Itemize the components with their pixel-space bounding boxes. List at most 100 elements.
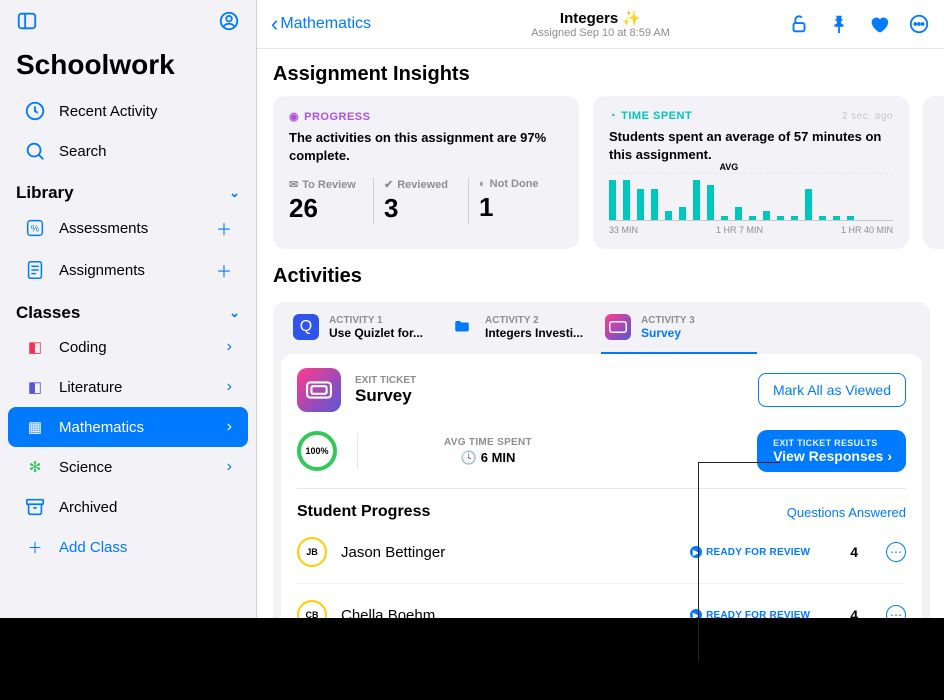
class-icon: ◧ [24,336,46,358]
svg-text:%: % [31,224,39,234]
chevron-right-icon: › [227,378,232,396]
activity-tab-1[interactable]: Q ACTIVITY 1Use Quizlet for... [289,302,445,354]
student-progress-heading: Student Progress [297,503,430,521]
clock-icon: 🕓 [461,450,477,466]
view-responses-button[interactable]: EXIT TICKET RESULTS View Responses› [757,430,906,472]
account-icon[interactable] [218,10,240,37]
clock-icon: ◔ [609,110,616,122]
clock-icon [24,100,46,122]
sidebar-item-label: Recent Activity [59,103,157,120]
app-title: Schoolwork [0,43,256,91]
toolbar: ‹ Mathematics Integers ✨ Assigned Sep 10… [257,0,944,49]
activities-panel: Q ACTIVITY 1Use Quizlet for... ACTIVITY … [273,302,930,618]
sidebar-class-mathematics[interactable]: ▦ Mathematics › [8,407,248,447]
archive-icon [24,496,46,518]
chevron-right-icon: › [227,338,232,356]
class-icon: ▦ [24,416,46,438]
chevron-left-icon: ‹ [271,11,278,37]
chart-bar [749,216,756,220]
chart-bar [651,189,658,220]
time-spent-card[interactable]: ◔TIME SPENT2 sec. ago Students spent an … [593,96,909,249]
sidebar-class-literature[interactable]: ◧ Literature › [8,367,248,407]
completion-ring: 100% [297,431,337,471]
progress-icon: ◉ [289,110,299,123]
next-card-peek[interactable] [923,96,944,249]
search-icon [24,140,46,162]
activities-heading: Activities [273,265,944,288]
quizlet-icon: Q [293,314,319,340]
pin-icon[interactable] [828,13,850,35]
library-section-header[interactable]: Library ⌄ [0,171,256,207]
answered-count: 4 [850,607,858,618]
lock-open-icon[interactable] [788,13,810,35]
sidebar-item-label: Assessments [59,220,148,237]
chart-bar [819,216,826,220]
student-name: Chella Boehm [341,607,435,618]
sidebar-item-label: Archived [59,499,117,516]
questions-answered-link[interactable]: Questions Answered [787,505,906,520]
avatar: CB [297,600,327,618]
chart-bar [721,216,728,220]
sidebar-search[interactable]: Search [8,131,248,171]
exit-ticket-icon [297,368,341,412]
chart-bar [623,180,630,220]
chart-bar [777,216,784,220]
chart-bar [847,216,854,220]
chevron-right-icon: › [887,448,892,464]
chart-bar [763,211,770,220]
activity-name: Survey [355,386,416,406]
activity-tab-2[interactable]: ACTIVITY 2Integers Investi... [445,302,601,354]
student-row[interactable]: CB Chella Boehm ▶READY FOR REVIEW 4 ⋯ [297,584,906,618]
folder-icon [449,314,475,340]
add-class-button[interactable]: ＋ Add Class [8,527,248,567]
percent-icon: % [24,217,46,239]
chart-bar [833,216,840,220]
mark-all-viewed-button[interactable]: Mark All as Viewed [758,373,906,407]
sidebar-item-label: Add Class [59,539,127,556]
sidebar-class-science[interactable]: ✻ Science › [8,447,248,487]
student-row[interactable]: JBJason Bettinger▶READY FOR REVIEW4⋯ [297,521,906,584]
chart-bar [609,180,616,220]
chevron-right-icon: › [227,458,232,476]
sidebar-recent-activity[interactable]: Recent Activity [8,91,248,131]
more-icon[interactable] [908,13,930,35]
halfcircle-icon: ◐ [479,178,486,190]
plus-icon[interactable]: ＋ [216,258,232,282]
chart-bar [665,211,672,220]
chevron-right-icon: › [227,418,232,436]
sidebar-item-label: Science [59,459,112,476]
main-content: ‹ Mathematics Integers ✨ Assigned Sep 10… [257,0,944,618]
sidebar-assignments[interactable]: Assignments ＋ [8,249,248,291]
chart-bar [707,185,714,221]
sidebar-item-label: Search [59,143,107,160]
sidebar-archived[interactable]: Archived [8,487,248,527]
header-title-block: Integers ✨ Assigned Sep 10 at 8:59 AM [531,9,670,39]
inbox-icon: ✉ [289,178,298,191]
chart-bar [735,207,742,220]
avatar: JB [297,537,327,567]
sidebar-assessments[interactable]: % Assessments ＋ [8,207,248,249]
insights-heading: Assignment Insights [273,63,944,86]
sidebar-item-label: Mathematics [59,419,144,436]
ready-badge: ▶READY FOR REVIEW [690,546,810,558]
heart-icon[interactable] [868,13,890,35]
sidebar-class-coding[interactable]: ◧ Coding › [8,327,248,367]
back-button[interactable]: ‹ Mathematics [271,11,371,37]
student-name: Jason Bettinger [341,544,445,561]
chart-bar [805,189,812,220]
assignment-subtitle: Assigned Sep 10 at 8:59 AM [531,27,670,39]
progress-card[interactable]: ◉PROGRESS The activities on this assignm… [273,96,579,249]
sidebar: Schoolwork Recent Activity Search Librar… [0,0,257,618]
ready-badge: ▶READY FOR REVIEW [690,609,810,618]
sidebar-toggle-icon[interactable] [16,10,38,37]
row-more-button[interactable]: ⋯ [886,542,906,562]
sidebar-item-label: Assignments [59,262,145,279]
class-icon: ◧ [24,376,46,398]
activity-tab-3[interactable]: ACTIVITY 3Survey [601,302,757,354]
ticket-icon [605,314,631,340]
sidebar-item-label: Coding [59,339,107,356]
plus-icon[interactable]: ＋ [216,216,232,240]
classes-section-header[interactable]: Classes ⌄ [0,291,256,327]
check-icon: ✔ [384,178,393,191]
row-more-button[interactable]: ⋯ [886,605,906,618]
